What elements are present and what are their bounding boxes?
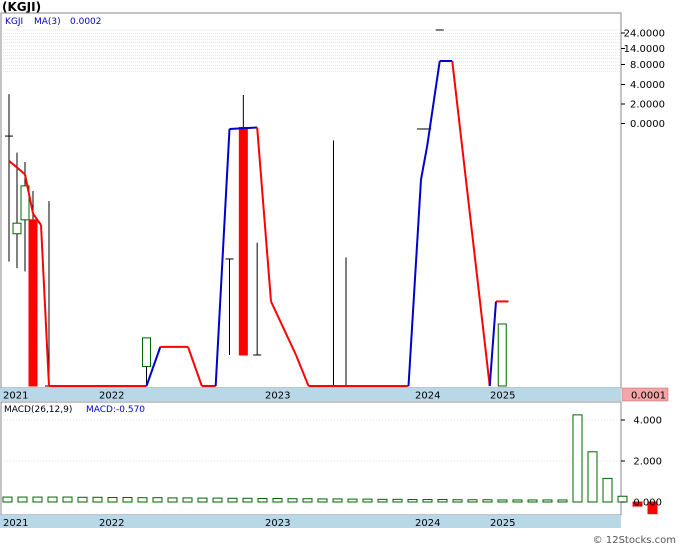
macd-bar — [212, 497, 223, 503]
macd-bar — [542, 499, 553, 503]
macd-bar — [602, 477, 613, 503]
macd-x-tick-label: 2021 — [3, 518, 28, 529]
macd-bar — [512, 499, 523, 503]
macd-x-axis-band — [0, 515, 621, 528]
macd-bar — [107, 496, 118, 503]
price-x-tick-label: 2025 — [490, 391, 515, 402]
macd-y-tick-label: 0.000 — [633, 498, 662, 509]
macd-bar — [197, 497, 208, 503]
macd-bar — [257, 498, 268, 503]
price-x-tick-label: 2023 — [265, 391, 290, 402]
macd-bar — [362, 498, 373, 503]
macd-bar — [422, 499, 433, 503]
legend-ma-value: 0.0002 — [70, 17, 102, 27]
macd-bar — [287, 498, 298, 503]
macd-bar — [377, 498, 388, 503]
macd-x-tick-label: 2024 — [415, 518, 440, 529]
candle-body — [142, 337, 151, 367]
macd-bar — [332, 498, 343, 503]
price-y-tick-label: 0.0000 — [630, 119, 665, 130]
chart-title: (KGJI) — [2, 0, 41, 14]
price-y-tick-label: 24.0000 — [624, 29, 665, 40]
macd-bar — [47, 496, 58, 503]
price-x-axis-band — [0, 388, 621, 401]
macd-bar — [272, 498, 283, 503]
macd-bar — [122, 496, 133, 503]
price-y-tick-label: 14.0000 — [624, 44, 665, 55]
macd-bar — [497, 499, 508, 503]
macd-bar — [392, 498, 403, 503]
macd-bar — [77, 496, 88, 503]
price-x-tick-label: 2022 — [99, 391, 124, 402]
candle-body — [497, 323, 507, 387]
macd-bar — [557, 499, 568, 503]
macd-bar — [452, 499, 463, 503]
macd-bar — [617, 495, 628, 503]
macd-bar — [152, 497, 163, 503]
macd-x-tick-label: 2022 — [99, 518, 124, 529]
candle-body — [28, 219, 38, 387]
macd-x-tick-label: 2025 — [490, 518, 515, 529]
last-price-label: 0.0001 — [631, 391, 666, 402]
macd-bar — [482, 499, 493, 503]
macd-bar — [92, 496, 103, 503]
legend-symbol: KGJI — [5, 17, 23, 27]
price-panel: KGJI MA(3) 0.0002 24.0000 14.0000 8.0000 4.… — [0, 12, 669, 402]
price-plot-frame — [0, 12, 622, 389]
macd-bar — [137, 497, 148, 503]
price-y-tick-label: 8.0000 — [630, 60, 665, 71]
macd-legend-value: MACD:-0.570 — [86, 405, 145, 415]
macd-bar — [317, 498, 328, 503]
macd-bar — [572, 414, 583, 503]
macd-bar — [347, 498, 358, 503]
macd-panel: MACD(26,12,9) MACD:-0.570 4.000 2.000 0.00… — [0, 401, 662, 529]
macd-bar — [2, 496, 13, 503]
watermark: © 12Stocks.com — [593, 535, 676, 546]
macd-bar — [302, 498, 313, 503]
stock-chart: (KGJI) KGJI MA(3) 0.0002 24.0000 14.0000 8… — [0, 0, 680, 546]
macd-bar — [527, 499, 538, 503]
price-x-tick-label: 2021 — [3, 391, 28, 402]
price-legend: KGJI MA(3) 0.0002 — [5, 17, 102, 27]
candle-body — [12, 222, 22, 235]
price-x-tick-label: 2024 — [415, 391, 440, 402]
macd-x-tick-label: 2023 — [265, 518, 290, 529]
macd-bar — [62, 496, 73, 503]
macd-y-tick-label: 4.000 — [633, 416, 662, 427]
macd-bar — [242, 497, 253, 503]
macd-bar — [167, 497, 178, 503]
candle-body — [238, 126, 248, 356]
macd-bar — [467, 499, 478, 503]
macd-bar — [227, 497, 238, 503]
price-y-tick-label: 4.0000 — [630, 80, 665, 91]
macd-bar — [587, 451, 598, 503]
macd-legend-label: MACD(26,12,9) — [4, 405, 72, 415]
legend-ma-label: MA(3) — [34, 17, 61, 27]
macd-bar — [32, 496, 43, 503]
macd-y-tick-label: 2.000 — [633, 457, 662, 468]
macd-bar — [17, 496, 28, 503]
macd-bar — [437, 499, 448, 503]
macd-bar — [182, 497, 193, 503]
macd-bar — [407, 499, 418, 503]
price-y-tick-label: 2.0000 — [630, 100, 665, 111]
